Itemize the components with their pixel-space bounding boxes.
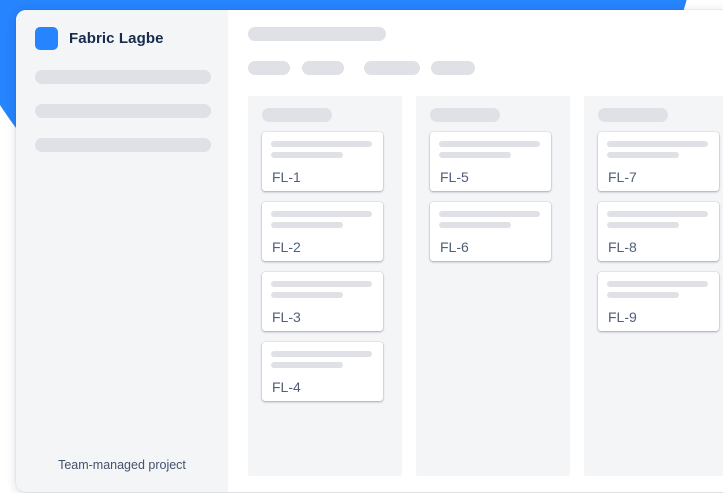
board-column: FL-7 FL-8 FL-9 [584,96,723,476]
board-column: FL-1 FL-2 FL-3 FL-4 [248,96,402,476]
issue-key: FL-7 [608,169,637,185]
issue-key: FL-8 [608,239,637,255]
card-subtitle-placeholder [271,152,343,158]
card-subtitle-placeholder [271,222,343,228]
card-subtitle-placeholder [607,152,679,158]
card-subtitle-placeholder [271,362,343,368]
card-title-placeholder [607,281,708,287]
project-name: Fabric Lagbe [69,30,164,47]
issue-card[interactable]: FL-7 [598,132,719,191]
issue-key: FL-3 [272,309,301,325]
card-subtitle-placeholder [271,292,343,298]
issue-key: FL-1 [272,169,301,185]
illustration-stage: Fabric Lagbe Team-managed project FL-1 F… [0,0,723,493]
card-title-placeholder [271,211,372,217]
sidebar: Fabric Lagbe Team-managed project [16,10,228,492]
filter-placeholder[interactable] [302,61,344,75]
issue-key: FL-5 [440,169,469,185]
card-subtitle-placeholder [607,292,679,298]
card-title-placeholder [271,351,372,357]
issue-card[interactable]: FL-8 [598,202,719,261]
card-title-placeholder [271,141,372,147]
card-title-placeholder [607,141,708,147]
board-column: FL-5 FL-6 [416,96,570,476]
column-header-placeholder [430,108,500,122]
filter-placeholder[interactable] [431,61,475,75]
sidebar-item-placeholder[interactable] [35,138,211,152]
board-area: FL-1 FL-2 FL-3 FL-4 FL-5 FL-6 FL-7 FL-8 … [228,10,723,492]
card-title-placeholder [439,141,540,147]
project-type-label: Team-managed project [58,458,186,472]
filter-placeholder[interactable] [248,61,290,75]
issue-card[interactable]: FL-5 [430,132,551,191]
issue-key: FL-9 [608,309,637,325]
issue-card[interactable]: FL-2 [262,202,383,261]
issue-card[interactable]: FL-9 [598,272,719,331]
card-subtitle-placeholder [607,222,679,228]
card-title-placeholder [439,211,540,217]
column-header-placeholder [598,108,668,122]
project-square-icon [35,27,58,50]
board-title-placeholder [248,27,386,41]
issue-card[interactable]: FL-4 [262,342,383,401]
sidebar-item-placeholder[interactable] [35,70,211,84]
issue-card[interactable]: FL-1 [262,132,383,191]
project-window: Fabric Lagbe Team-managed project FL-1 F… [16,10,723,492]
sidebar-item-placeholder[interactable] [35,104,211,118]
card-subtitle-placeholder [439,222,511,228]
issue-key: FL-4 [272,379,301,395]
issue-key: FL-6 [440,239,469,255]
card-subtitle-placeholder [439,152,511,158]
issue-key: FL-2 [272,239,301,255]
filter-placeholder[interactable] [364,61,420,75]
card-title-placeholder [607,211,708,217]
issue-card[interactable]: FL-6 [430,202,551,261]
project-header[interactable]: Fabric Lagbe [35,27,164,50]
issue-card[interactable]: FL-3 [262,272,383,331]
column-header-placeholder [262,108,332,122]
card-title-placeholder [271,281,372,287]
